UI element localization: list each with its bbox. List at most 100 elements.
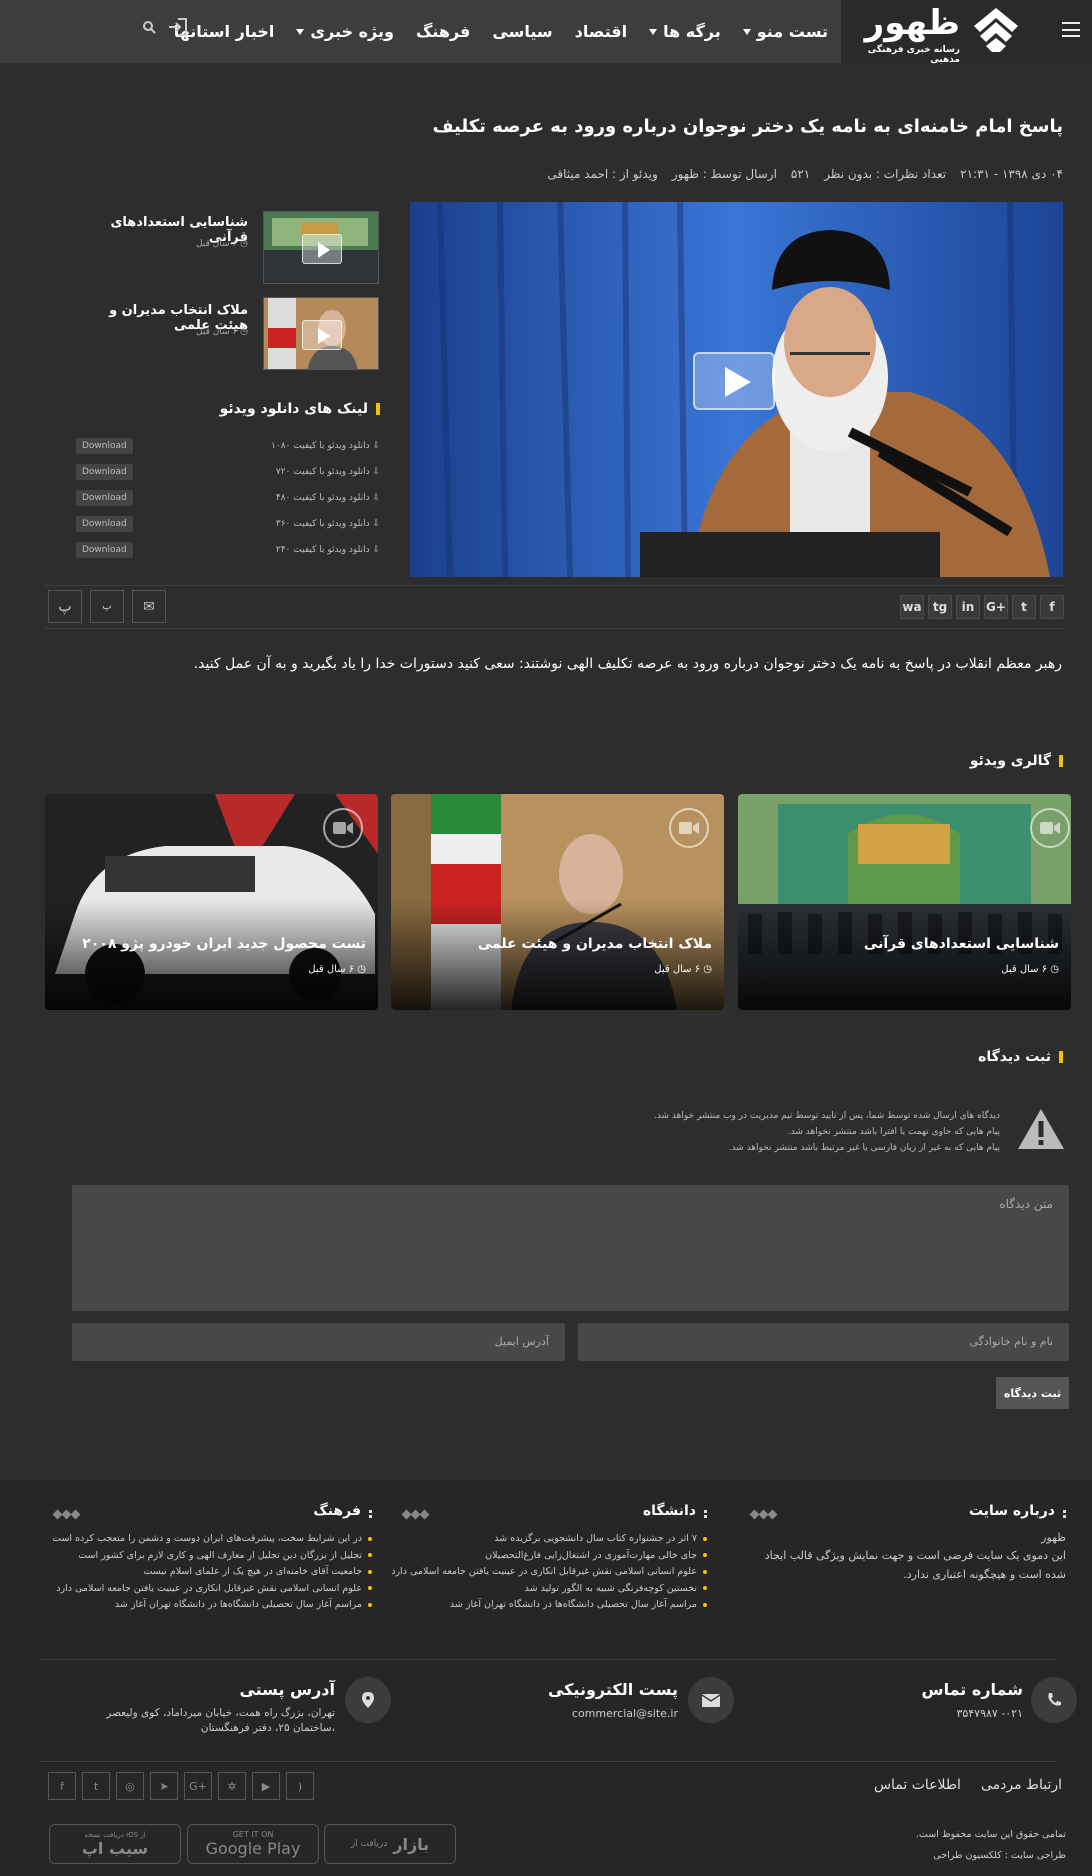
gallery-title[interactable]: شناسایی استعدادهای قرآنی <box>864 936 1059 952</box>
footer-link[interactable]: نخستین کوچه‌فرنگی شبیه به الگور تولید شد <box>387 1581 707 1598</box>
nav-item[interactable]: برگه ها <box>649 22 721 41</box>
download-label: ⇩ دانلود ویدئو با کیفیت ۱۰۸۰ <box>271 441 380 451</box>
nav-item[interactable]: سیاسی <box>492 22 552 41</box>
sibapp-badge[interactable]: دریافت نسخه iOS از سیب اپ <box>49 1824 181 1864</box>
footer-link[interactable]: علوم انسانی اسلامی نقش غیرقابل انکاری در… <box>52 1581 372 1598</box>
play-icon[interactable] <box>693 352 775 410</box>
footer-link[interactable]: مراسم آغاز سال تحصیلی دانشگاه‌ها در دانش… <box>52 1597 372 1614</box>
footer-link[interactable]: ۷ اثر در جشنواره کتاب سال دانشجویی برگزی… <box>387 1531 707 1548</box>
nav-item[interactable]: ویژه خبری <box>296 22 394 41</box>
related-item[interactable]: شناسایی استعدادهای قرآنی ◷ ۶ سال قبل <box>76 211 380 286</box>
email-icon[interactable]: ✉ <box>132 590 166 623</box>
article-comments: تعداد نظرات : بدون نظر <box>824 167 947 181</box>
whatsapp-icon[interactable]: wa <box>900 595 924 619</box>
download-button[interactable]: Download <box>76 438 133 454</box>
related-thumbnail[interactable] <box>263 211 379 284</box>
download-button[interactable]: Download <box>76 516 133 532</box>
download-label: ⇩ دانلود ویدئو با کیفیت ۲۴۰ <box>275 545 380 555</box>
instagram-icon[interactable]: ◎ <box>116 1772 144 1800</box>
related-time: ◷ ۶ سال قبل <box>196 327 248 337</box>
video-player[interactable] <box>410 202 1063 577</box>
postal-address: تهران، بزرگ راه همت، خیابان میرداماد، کو… <box>106 1707 335 1734</box>
submit-comment-button[interactable]: ثبت دیدگاه <box>996 1377 1069 1409</box>
gallery-card[interactable]: تست محصول جدید ایران خودرو پژو ۲۰۰۸ ◷ ۶ … <box>45 794 378 1010</box>
footer-link[interactable]: علوم انسانی اسلامی نقش غیرقابل انکاری در… <box>387 1564 707 1581</box>
youtube-icon[interactable]: ▶ <box>252 1772 280 1800</box>
bazaar-badge[interactable]: دریافت از بازار <box>324 1824 456 1864</box>
footer-link[interactable]: تجلیل از بزرگان دین تجلیل از معارف الهی … <box>52 1548 372 1565</box>
download-button[interactable]: Download <box>76 464 133 480</box>
nav-item[interactable]: فرهنگ <box>416 22 470 41</box>
facebook-icon[interactable]: f <box>1040 595 1064 619</box>
logo-area[interactable]: ظهور رسانه خبری فرهنگی مذهبی <box>841 0 1092 65</box>
download-button[interactable]: Download <box>76 542 133 558</box>
footer-link-contact-info[interactable]: اطلاعات تماس <box>874 1777 961 1793</box>
google-plus-icon[interactable]: G+ <box>984 595 1008 619</box>
print-button[interactable]: پ <box>48 590 82 623</box>
footer-social: f t ◎ ➤ G+ ✲ ▶ ) <box>48 1772 314 1800</box>
video-camera-icon <box>669 808 709 848</box>
play-icon[interactable] <box>302 320 342 350</box>
nav-item[interactable]: اخبار استانها <box>174 22 275 41</box>
designer-credit[interactable]: طراحی سایت : کلکسیون طراحی <box>933 1850 1066 1861</box>
linkedin-icon[interactable]: in <box>956 595 980 619</box>
download-label: ⇩ دانلود ویدئو با کیفیت ۷۲۰ <box>275 467 380 477</box>
telegram-icon[interactable]: tg <box>928 595 952 619</box>
footer-link[interactable]: جای خالی مهارت‌آموزی در اشتغال‌زایی فارغ… <box>387 1548 707 1565</box>
related-item[interactable]: ملاک انتخاب مدیران و هیئت علمی ◷ ۶ سال ق… <box>76 297 380 372</box>
email-input[interactable]: آدرس ایمیل <box>72 1323 565 1361</box>
downloads-heading: لینک های دانلود ویدئو <box>220 401 380 417</box>
menu-icon[interactable] <box>1062 22 1080 37</box>
nav-item[interactable]: اقتصاد <box>575 22 627 41</box>
logo-icon <box>974 8 1018 52</box>
google-play-badge[interactable]: GET IT ON Google Play <box>187 1824 319 1864</box>
comment-textarea[interactable]: متن دیدگاه <box>72 1185 1069 1311</box>
aparat-icon[interactable]: ✲ <box>218 1772 246 1800</box>
play-icon[interactable] <box>302 234 342 264</box>
diamond-ornament <box>45 1509 81 1519</box>
email-label: پست الکترونیکی <box>547 1680 678 1699</box>
facebook-icon[interactable]: f <box>48 1772 76 1800</box>
nav-item[interactable]: تست منو <box>742 22 828 41</box>
divider <box>45 628 1063 629</box>
footer-link-public-relations[interactable]: ارتباط مردمی <box>981 1777 1062 1793</box>
download-row: ⇩ دانلود ویدئو با کیفیت ۳۶۰ Download <box>76 514 380 534</box>
footer-link[interactable]: در این شرایط سخت، پیشرفت‌های ایران دوست … <box>52 1531 372 1548</box>
comment-rules: دیدگاه های ارسال شده توسط شما، پس از تای… <box>654 1108 1000 1156</box>
twitter-icon[interactable]: t <box>82 1772 110 1800</box>
login-icon[interactable] <box>168 18 188 36</box>
rule-text: پیام هایی که به غیر از زبان فارسی یا غیر… <box>728 1143 1000 1153</box>
footer-link[interactable]: جامعیت آقای خامنه‌ای در هیچ یک از علمای … <box>52 1564 372 1581</box>
gallery-card[interactable]: شناسایی استعدادهای قرآنی ◷ ۶ سال قبل <box>738 794 1071 1010</box>
article-description: رهبر معظم انقلاب در پاسخ به نامه یک دختر… <box>193 656 1062 672</box>
twitter-icon[interactable]: t <box>1012 595 1036 619</box>
telegram-icon[interactable]: ➤ <box>150 1772 178 1800</box>
diamond-ornament <box>742 1509 778 1519</box>
gradient-overlay <box>45 900 378 1010</box>
download-button[interactable]: Download <box>76 490 133 506</box>
font-size-button[interactable]: پ <box>90 590 124 623</box>
google-plus-icon[interactable]: G+ <box>184 1772 212 1800</box>
article-title: پاسخ امام خامنه‌ای به نامه یک دختر نوجوا… <box>432 116 1063 137</box>
download-row: ⇩ دانلود ویدئو با کیفیت ۱۰۸۰ Download <box>76 436 380 456</box>
footer-culture: فرهنگ در این شرایط سخت، پیشرفت‌های ایران… <box>52 1503 372 1614</box>
gallery-title[interactable]: تست محصول جدید ایران خودرو پژو ۲۰۰۸ <box>82 936 366 952</box>
gradient-overlay <box>738 900 1071 1010</box>
footer-university: دانشگاه ۷ اثر در جشنواره کتاب سال دانشجو… <box>387 1503 707 1614</box>
share-bar: f t G+ in tg wa <box>900 595 1064 619</box>
article-date: ۰۴ دی ۱۳۹۸ - ۲۱:۳۱ <box>960 167 1063 181</box>
gallery-time: ◷ ۶ سال قبل <box>654 964 712 975</box>
article-tools: پ پ ✉ <box>48 590 166 623</box>
gallery-title[interactable]: ملاک انتخاب مدیران و هیئت علمی <box>478 936 712 952</box>
gallery-heading: گالری ویدئو <box>970 753 1063 769</box>
email-address[interactable]: commercial@site.ir <box>572 1707 678 1720</box>
rss-icon[interactable]: ) <box>286 1772 314 1800</box>
name-input[interactable]: نام و نام خانوادگی <box>578 1323 1069 1361</box>
diamond-ornament <box>394 1509 430 1519</box>
envelope-icon <box>688 1677 734 1723</box>
search-icon[interactable] <box>142 20 156 34</box>
gallery-card[interactable]: ملاک انتخاب مدیران و هیئت علمی ◷ ۶ سال ق… <box>391 794 724 1010</box>
related-thumbnail[interactable] <box>263 297 379 370</box>
footer-link[interactable]: مراسم آغاز سال تحصیلی دانشگاه‌ها در دانش… <box>387 1597 707 1614</box>
footer-culture-heading: فرهنگ <box>52 1503 372 1519</box>
